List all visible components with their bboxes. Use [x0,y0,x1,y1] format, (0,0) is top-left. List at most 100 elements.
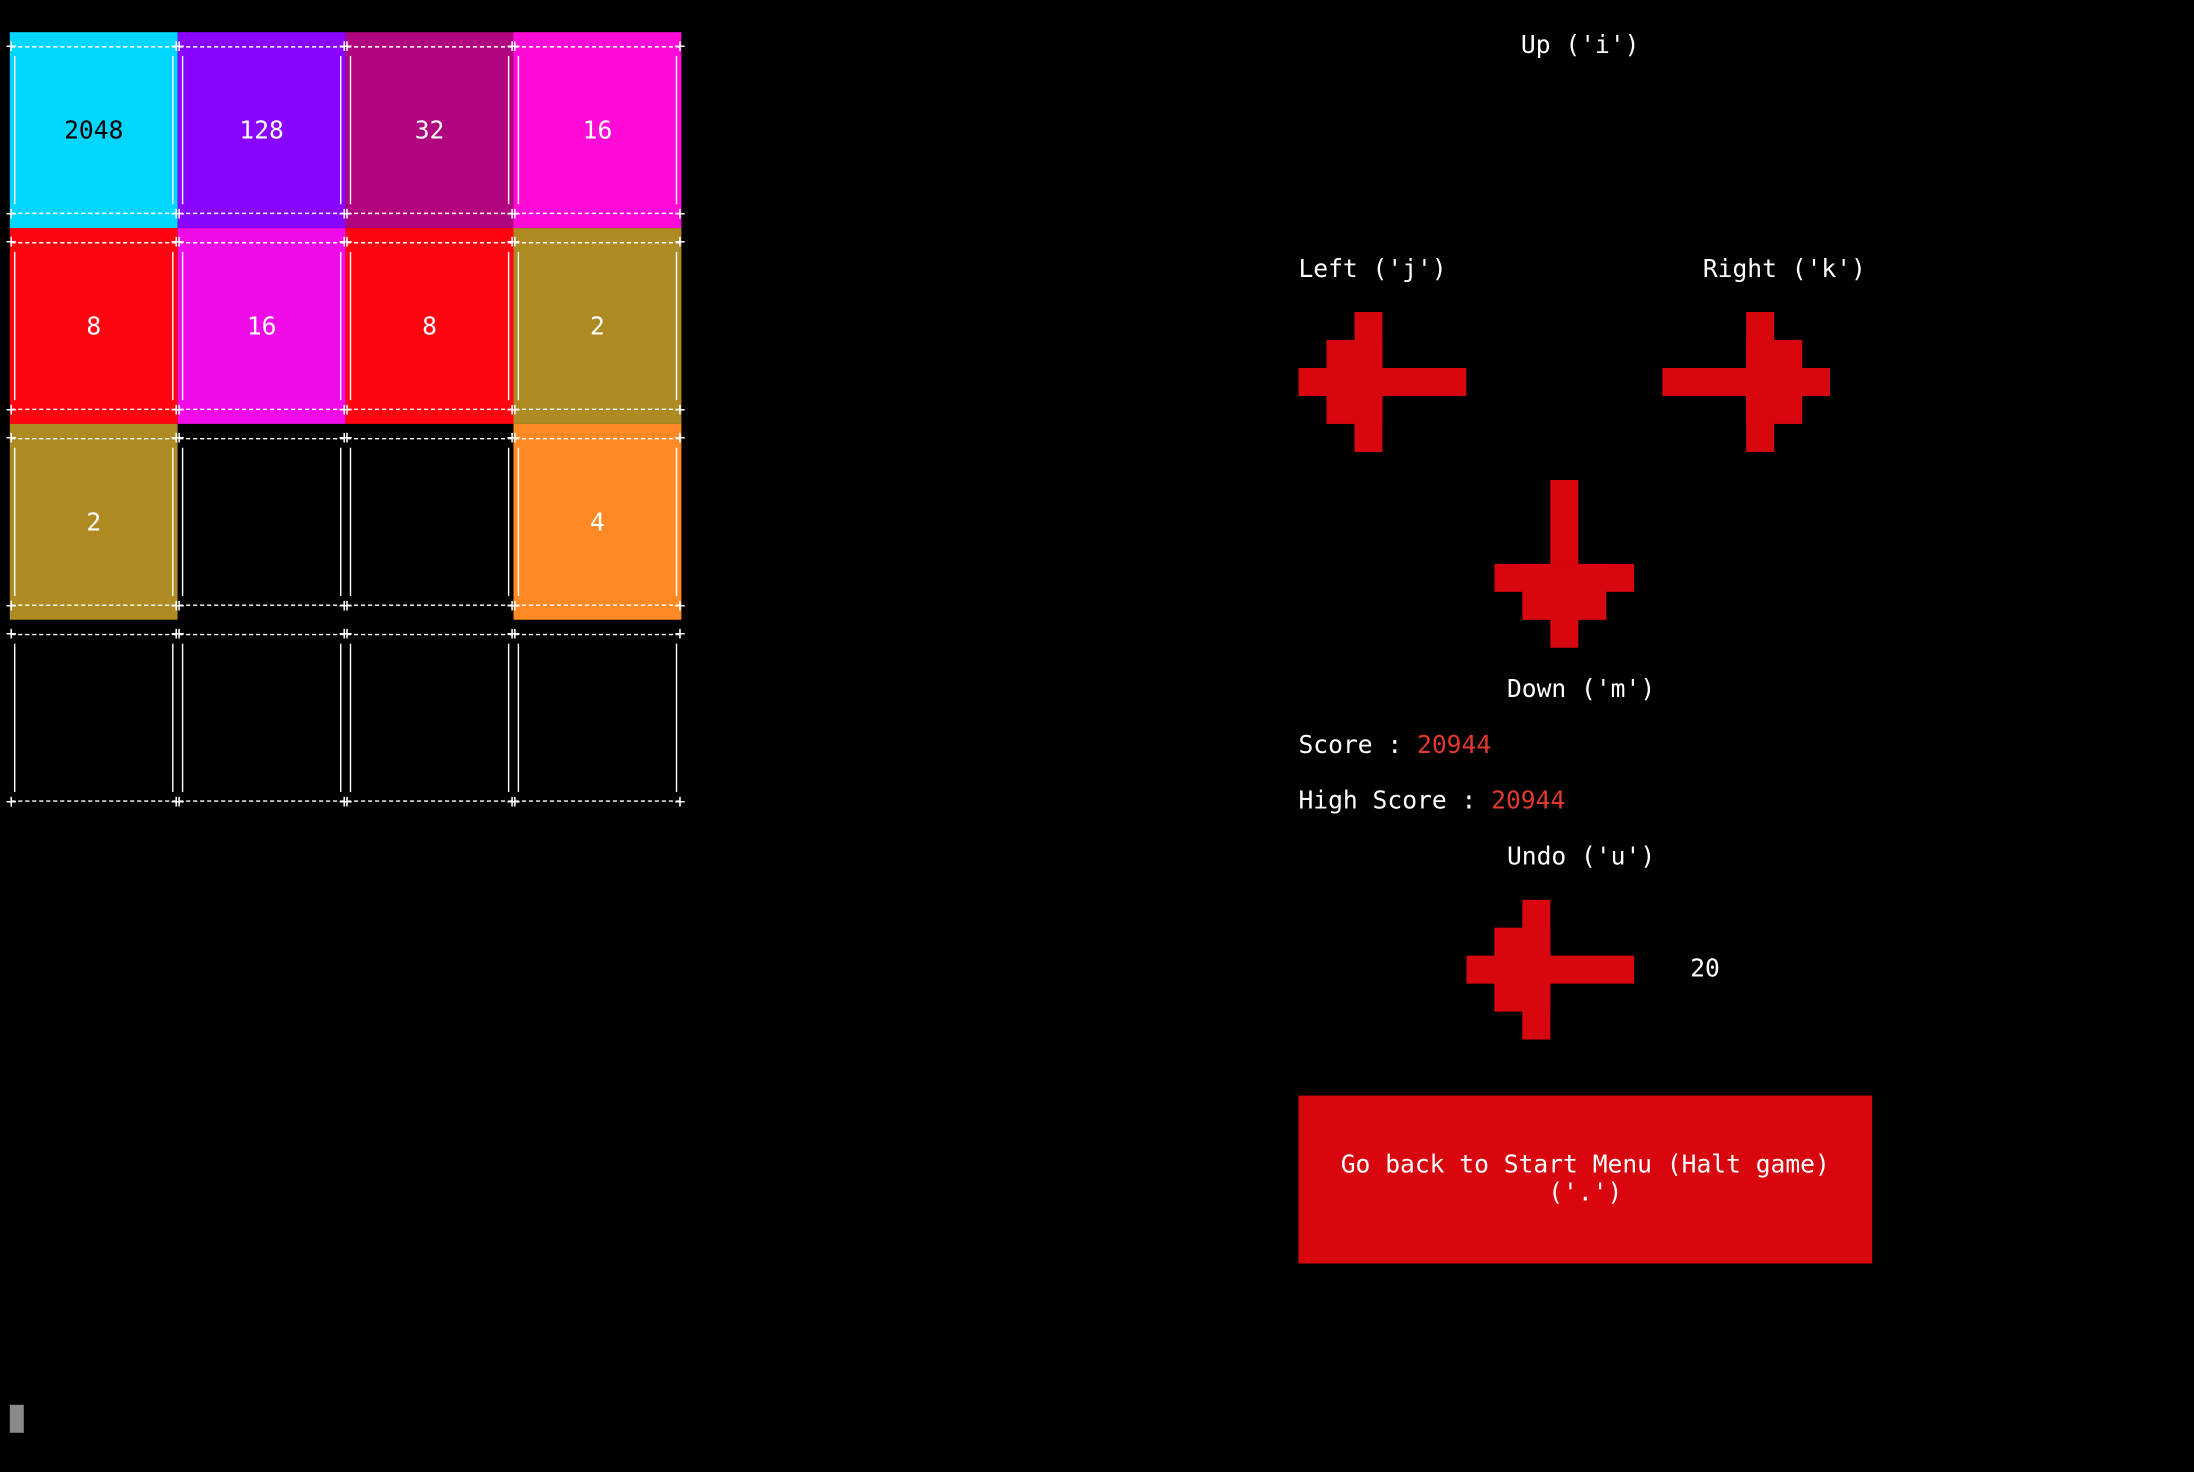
score-value: 20944 [1417,731,1492,760]
tile-corner-glyph: + [173,596,185,618]
tile-corner-glyph: + [173,36,185,58]
tile-corner-glyph: + [341,791,353,813]
tile-corner-glyph: + [509,791,521,813]
undo-button[interactable] [1466,899,1635,1040]
tile-corner-glyph: + [509,624,521,646]
tile-border [347,437,513,606]
tile-corner-glyph: + [341,428,353,450]
tile-corner-glyph: + [674,428,686,450]
tile-corner-glyph: + [341,400,353,422]
high-score-value: 20944 [1491,787,1566,816]
tile-corner-glyph: + [173,204,185,226]
tile-corner-glyph: + [5,428,17,450]
undo-remaining-count: 20 [1690,955,1720,984]
tile-corner-glyph: + [674,232,686,254]
down-arrow-icon [1494,479,1635,648]
tile-border: 2048 [11,46,177,215]
tile-border: 2 [514,242,681,410]
tile-corner-glyph: + [509,36,521,58]
right-arrow-icon [1662,312,1831,452]
down-arrow-button[interactable] [1494,479,1635,648]
tile-corner-glyph: + [674,791,686,813]
board-tile: 4 + + + + [509,423,685,620]
score-label: Score : [1298,731,1418,760]
board-tile: + + + + [509,619,685,816]
tile-value: 2 [86,509,102,538]
tile-value: 8 [86,313,102,342]
terminal-cursor [9,1404,24,1433]
board-tile: 8 + + + + [6,228,182,424]
tile-border: 16 [514,46,681,215]
tile-value: 16 [246,313,277,342]
undo-label: Undo ('u') [1506,843,1656,872]
tile-corner-glyph: + [341,596,353,618]
tile-value: 2 [590,313,605,342]
tile-border: 16 [179,242,345,410]
board-tile: 32 + + + + [342,32,518,229]
start-menu-button[interactable]: Go back to Start Menu (Halt game) ('.') [1298,1095,1873,1264]
tile-value: 128 [239,117,284,146]
board-tile: 16 + + + + [509,32,685,229]
game-screen: 2048 + + + +128 + + + +32 + + + +16 + + + +8 + + + +16 + + + +8 +… [0,0,2194,1472]
tile-border [11,633,177,802]
tile-corner-glyph: + [5,232,17,254]
tile-corner-glyph: + [509,428,521,450]
tile-value: 16 [582,117,613,146]
start-menu-button-label: Go back to Start Menu (Halt game) [1340,1151,1830,1180]
tile-border [179,633,345,802]
tile-value: 4 [590,509,605,538]
tile-border: 4 [514,437,681,606]
board-tile: 2 + + + + [509,228,685,424]
tile-border: 8 [347,242,513,410]
left-arrow-button[interactable] [1298,312,1467,452]
tile-corner-glyph: + [5,36,17,58]
right-label: Right ('k') [1702,256,1866,285]
tile-border: 32 [347,46,513,215]
tile-corner-glyph: + [674,400,686,422]
game-board: 2048 + + + +128 + + + +32 + + + +16 + + + +8 + + + +16 + + + +8 +… [6,32,685,816]
board-tile: + + + + [342,423,518,620]
tile-corner-glyph: + [509,596,521,618]
high-score-label: High Score : [1298,787,1492,816]
tile-border: 8 [11,242,177,410]
start-menu-button-key: ('.') [1548,1179,1623,1208]
tile-corner-glyph: + [5,204,17,226]
board-tile: 2048 + + + + [6,32,182,229]
tile-corner-glyph: + [509,204,521,226]
right-arrow-button[interactable] [1662,312,1831,452]
undo-arrow-icon [1466,899,1635,1040]
board-tile: 128 + + + + [174,32,350,229]
tile-corner-glyph: + [173,791,185,813]
tile-corner-glyph: + [173,624,185,646]
left-arrow-icon [1298,312,1467,452]
tile-corner-glyph: + [674,36,686,58]
tile-value: 8 [422,313,437,342]
tile-value: 2048 [64,117,124,146]
tile-border [179,437,345,606]
left-label: Left ('j') [1298,256,1447,285]
up-label: Up ('i') [1520,32,1640,61]
tile-value: 32 [414,117,445,146]
tile-border [514,633,681,802]
board-tile: + + + + [174,619,350,816]
tile-corner-glyph: + [5,791,17,813]
down-label: Down ('m') [1506,675,1656,704]
tile-corner-glyph: + [173,428,185,450]
tile-corner-glyph: + [5,624,17,646]
board-tile: + + + + [6,619,182,816]
tile-border: 128 [179,46,345,215]
tile-border: 2 [11,437,177,606]
tile-corner-glyph: + [509,400,521,422]
tile-corner-glyph: + [341,624,353,646]
board-tile: 8 + + + + [342,228,518,424]
tile-corner-glyph: + [341,204,353,226]
tile-corner-glyph: + [173,232,185,254]
score-line: Score : 20944 [1298,732,1491,760]
tile-corner-glyph: + [5,596,17,618]
tile-corner-glyph: + [674,596,686,618]
high-score-line: High Score : 20944 [1298,788,1565,816]
board-tile: 16 + + + + [174,228,350,424]
tile-corner-glyph: + [341,232,353,254]
tile-corner-glyph: + [173,400,185,422]
tile-corner-glyph: + [341,36,353,58]
